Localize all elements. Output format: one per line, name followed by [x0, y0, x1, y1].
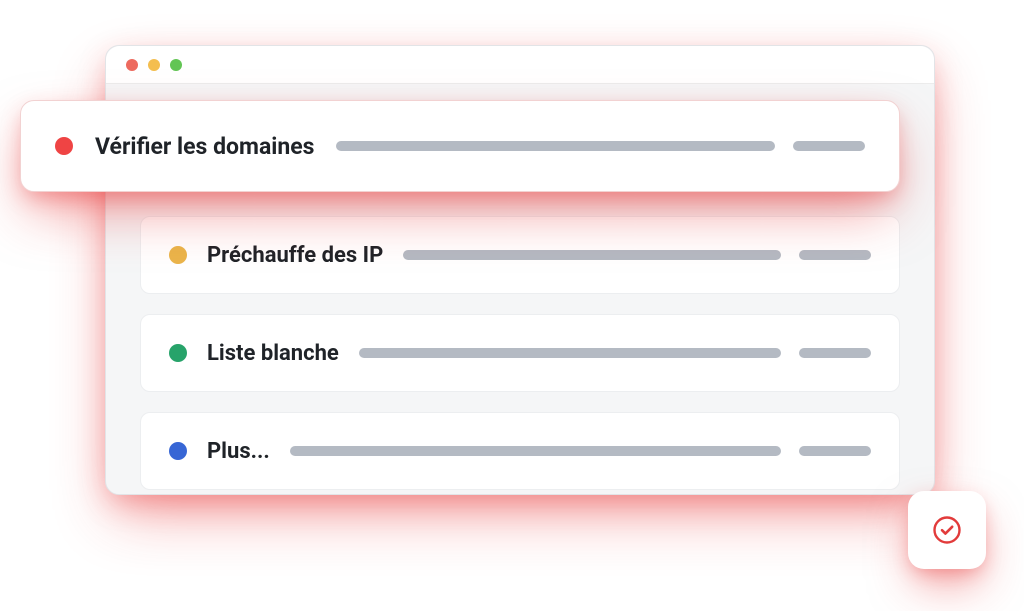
list-item-whitelist[interactable]: Liste blanche [140, 314, 900, 392]
placeholder-bar-long [336, 141, 775, 151]
placeholder-bars [336, 141, 865, 151]
placeholder-bar-long [403, 250, 781, 260]
list-item-label: Vérifier les domaines [95, 133, 314, 160]
minimize-icon[interactable] [148, 59, 160, 71]
status-dot-amber-icon [169, 246, 187, 264]
list-item-warmup[interactable]: Préchauffe des IP [140, 216, 900, 294]
complete-badge[interactable] [908, 491, 986, 569]
zoom-icon[interactable] [170, 59, 182, 71]
list-item-verify-domains[interactable]: Vérifier les domaines [20, 100, 900, 192]
list-item-more[interactable]: Plus... [140, 412, 900, 490]
placeholder-bar-long [359, 348, 781, 358]
check-circle-icon [932, 515, 962, 545]
placeholder-bar-short [793, 141, 865, 151]
list-item-label: Liste blanche [207, 341, 339, 366]
window-titlebar [106, 46, 934, 84]
list-item-label: Préchauffe des IP [207, 243, 383, 268]
status-dot-green-icon [169, 344, 187, 362]
placeholder-bar-short [799, 250, 871, 260]
placeholder-bars [403, 250, 871, 260]
status-dot-blue-icon [169, 442, 187, 460]
placeholder-bars [290, 446, 871, 456]
placeholder-bar-long [290, 446, 781, 456]
list-item-label: Plus... [207, 439, 270, 464]
status-dot-red-icon [55, 137, 73, 155]
placeholder-bars [359, 348, 871, 358]
placeholder-bar-short [799, 446, 871, 456]
close-icon[interactable] [126, 59, 138, 71]
placeholder-bar-short [799, 348, 871, 358]
